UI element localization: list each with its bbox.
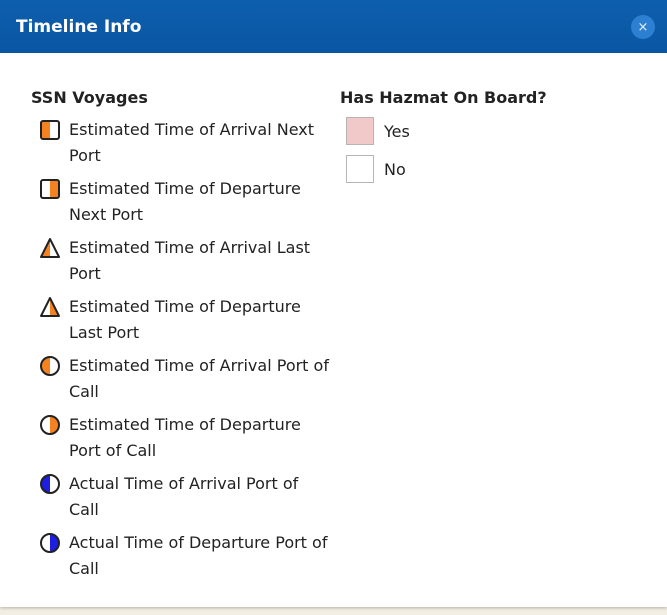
legend-item-label: Estimated Time of Arrival Last Port xyxy=(69,238,311,283)
half-circle-left-blue-icon xyxy=(39,473,61,495)
legend-item: Estimated Time of Arrival Last Port xyxy=(31,237,331,287)
legend-item-label: Estimated Time of Arrival Port of Call xyxy=(69,356,329,401)
timeline-info-dialog: Timeline Info × SSN Voyages Estimated Ti… xyxy=(0,0,667,607)
half-circle-left-orange-icon xyxy=(39,355,61,377)
legend-item: Estimated Time of Arrival Port of Call xyxy=(31,355,331,405)
legend-heading: SSN Voyages xyxy=(31,88,148,107)
half-circle-right-orange-icon xyxy=(39,414,61,436)
half-square-left-orange-icon xyxy=(39,119,61,141)
ssn-voyages-legend: SSN Voyages Estimated Time of Arrival Ne… xyxy=(31,87,331,578)
legend-item: Actual Time of Arrival Port of Call xyxy=(31,473,331,523)
hazmat-no-swatch xyxy=(346,155,374,183)
dialog-titlebar: Timeline Info × xyxy=(0,0,667,53)
legend-item: Actual Time of Departure Port of Call xyxy=(31,532,331,582)
hazmat-no-label: No xyxy=(384,159,406,179)
hazmat-legend: Has Hazmat On Board? Yes No xyxy=(340,87,640,183)
hazmat-yes-label: Yes xyxy=(384,121,410,141)
close-icon: × xyxy=(637,19,649,35)
legend-item-label: Estimated Time of Departure Port of Call xyxy=(69,415,301,460)
legend-item-label: Actual Time of Arrival Port of Call xyxy=(69,474,299,519)
dialog-title: Timeline Info xyxy=(16,16,142,37)
half-square-right-orange-icon xyxy=(39,178,61,200)
hazmat-yes-swatch xyxy=(346,117,374,145)
legend-item: Estimated Time of Departure Port of Call xyxy=(31,414,331,464)
legend-item-label: Actual Time of Departure Port of Call xyxy=(69,533,328,578)
hazmat-heading: Has Hazmat On Board? xyxy=(340,88,547,107)
legend-item: Estimated Time of Departure Next Port xyxy=(31,178,331,228)
half-circle-right-blue-icon xyxy=(39,532,61,554)
hazmat-no-item: No xyxy=(346,155,406,183)
legend-item: Estimated Time of Arrival Next Port xyxy=(31,119,331,169)
hazmat-yes-item: Yes xyxy=(346,117,410,145)
legend-item-label: Estimated Time of Departure Last Port xyxy=(69,297,301,342)
legend-item-label: Estimated Time of Departure Next Port xyxy=(69,179,301,224)
half-triangle-right-orange-icon xyxy=(39,296,61,318)
legend-item: Estimated Time of Departure Last Port xyxy=(31,296,331,346)
legend-item-label: Estimated Time of Arrival Next Port xyxy=(69,120,315,165)
half-triangle-left-orange-icon xyxy=(39,237,61,259)
close-button[interactable]: × xyxy=(631,15,655,39)
